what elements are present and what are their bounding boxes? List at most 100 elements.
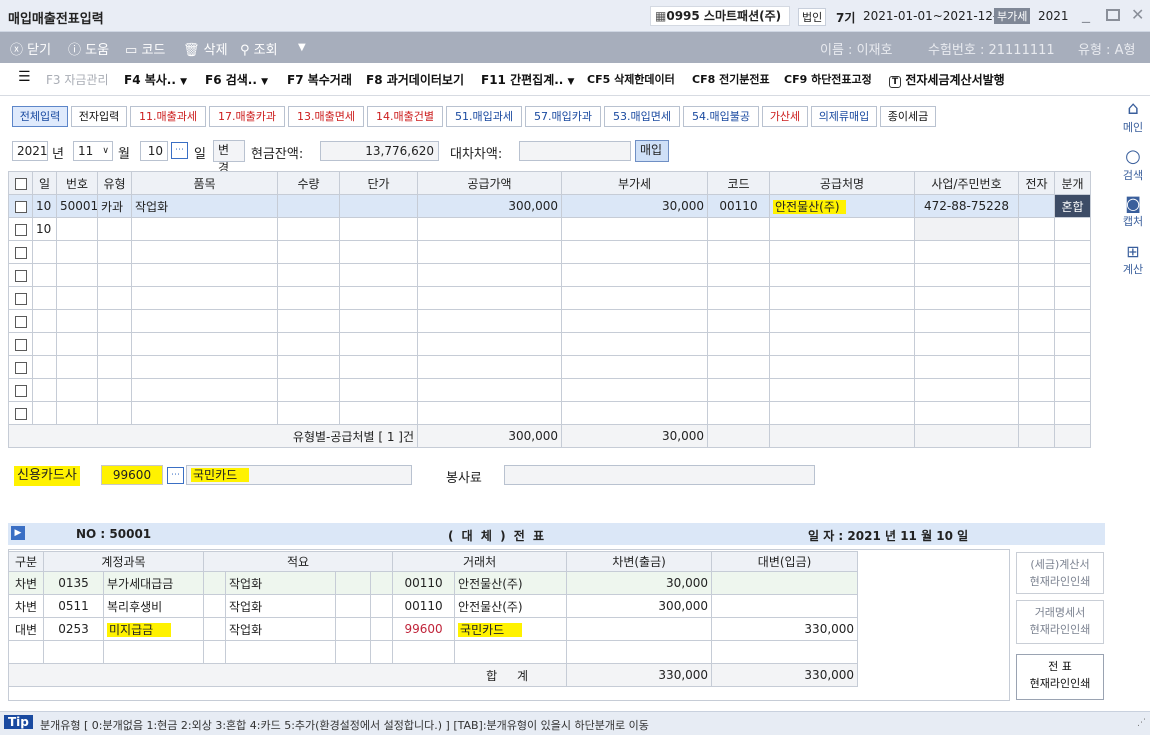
cell-code[interactable] [707, 286, 770, 310]
cell-vat[interactable] [561, 240, 708, 264]
cell-code[interactable]: 00110 [707, 194, 770, 218]
cell-vendor[interactable] [769, 378, 915, 402]
cell-item[interactable] [131, 355, 278, 379]
vcell-credit[interactable] [711, 640, 859, 664]
cell-no[interactable] [56, 240, 98, 264]
checkbox[interactable] [14, 269, 27, 282]
cell-supply[interactable] [417, 401, 562, 425]
cell-price[interactable] [339, 286, 418, 310]
cell-no[interactable] [56, 286, 98, 310]
cell-price[interactable] [339, 309, 418, 333]
row-checkbox[interactable] [8, 286, 33, 310]
row-checkbox[interactable] [8, 194, 33, 218]
vcell-memo[interactable]: 작업화 [225, 617, 337, 641]
etax-issue-button[interactable]: T 전자세금계산서발행 [889, 71, 1005, 88]
table-row[interactable] [8, 286, 1091, 310]
cell-day[interactable] [32, 332, 57, 356]
vcell-memo[interactable] [225, 640, 337, 664]
cell-no[interactable] [56, 332, 98, 356]
cell-day[interactable] [32, 309, 57, 333]
vcell-blank[interactable] [203, 571, 227, 595]
vcell-acode[interactable]: 0135 [43, 571, 104, 595]
cell-vat[interactable] [561, 355, 708, 379]
cell-supply[interactable] [417, 286, 562, 310]
checkbox[interactable] [14, 292, 27, 305]
cell-journal[interactable] [1054, 263, 1091, 287]
vcell-memo[interactable]: 작업화 [225, 571, 337, 595]
vcell-aname[interactable]: 복리후생비 [102, 594, 205, 618]
purchase-toggle-button[interactable]: 매입 [635, 140, 669, 162]
vcell-blank[interactable] [335, 640, 372, 664]
cell-bizno[interactable] [914, 401, 1019, 425]
cell-qty[interactable] [277, 332, 340, 356]
cell-day[interactable] [32, 355, 57, 379]
vcell-div[interactable]: 차변 [8, 594, 44, 618]
cell-price[interactable] [339, 401, 418, 425]
cell-vendor[interactable] [769, 401, 915, 425]
checkbox[interactable] [14, 361, 27, 374]
cell-no[interactable] [56, 401, 98, 425]
cell-item[interactable] [131, 378, 278, 402]
cell-qty[interactable] [277, 309, 340, 333]
vcell-div[interactable]: 대변 [8, 617, 44, 641]
tab-11[interactable]: 의제류매입 [811, 106, 877, 127]
close-button[interactable]: ⓧ 닫기 [10, 39, 51, 58]
table-row[interactable] [8, 401, 1091, 425]
company-selector[interactable]: ▦0995 스마트패션(주) [650, 6, 790, 26]
cell-no[interactable] [56, 217, 98, 241]
vcell-blank[interactable] [370, 571, 394, 595]
cell-type[interactable] [97, 332, 132, 356]
table-row[interactable] [8, 309, 1091, 333]
checkbox[interactable] [14, 246, 27, 259]
vcell-div[interactable]: 차변 [8, 571, 44, 595]
f6-search-button[interactable]: F6 검색.. ▼ [205, 71, 268, 88]
help-button[interactable]: ⓘ 도움 [68, 39, 109, 58]
cell-e[interactable] [1018, 378, 1055, 402]
cell-bizno[interactable] [914, 263, 1019, 287]
cell-supply[interactable] [417, 309, 562, 333]
vcell-vcode[interactable]: 00110 [392, 571, 456, 595]
cell-price[interactable] [339, 378, 418, 402]
day-field[interactable]: 10 [140, 141, 168, 161]
cell-no[interactable] [56, 378, 98, 402]
cell-type[interactable] [97, 217, 132, 241]
select-all-checkbox[interactable] [8, 171, 33, 195]
checkbox[interactable] [14, 338, 27, 351]
code-help-icon[interactable]: ⋯ [167, 467, 184, 484]
vcell-memo[interactable]: 작업화 [225, 594, 337, 618]
cell-code[interactable] [707, 332, 770, 356]
cell-code[interactable] [707, 217, 770, 241]
tab-3[interactable]: 17.매출카과 [209, 106, 285, 127]
cell-bizno[interactable] [914, 240, 1019, 264]
cell-item[interactable]: 작업화 [131, 194, 278, 218]
table-row[interactable] [8, 332, 1091, 356]
service-charge-field[interactable] [504, 465, 815, 485]
cell-supply[interactable] [417, 217, 562, 241]
vcell-blank[interactable] [335, 594, 372, 618]
cell-item[interactable] [131, 240, 278, 264]
capture-button[interactable]: ◙ 캡처 [1116, 194, 1150, 229]
cf9-fix-button[interactable]: CF9 하단전표고정 [784, 71, 872, 87]
cell-item[interactable] [131, 332, 278, 356]
row-checkbox[interactable] [8, 355, 33, 379]
cell-vat[interactable] [561, 332, 708, 356]
cell-e[interactable] [1018, 240, 1055, 264]
home-button[interactable]: ⌂ 메인 [1116, 98, 1150, 135]
cf5-deleted-button[interactable]: CF5 삭제한데이터 [587, 71, 675, 87]
tab-9[interactable]: 54.매입불공 [683, 106, 759, 127]
cell-code[interactable] [707, 378, 770, 402]
cell-bizno[interactable] [914, 309, 1019, 333]
cell-supply[interactable] [417, 378, 562, 402]
cell-bizno[interactable]: 472-88-75228 [914, 194, 1019, 218]
f11-summary-button[interactable]: F11 간편집계.. ▼ [481, 71, 574, 88]
code-button[interactable]: ▭ 코드 [125, 39, 165, 58]
cell-vat[interactable] [561, 309, 708, 333]
cell-item[interactable] [131, 309, 278, 333]
cell-journal[interactable] [1054, 240, 1091, 264]
table-row[interactable] [8, 240, 1091, 264]
cell-type[interactable] [97, 263, 132, 287]
checkbox[interactable] [14, 384, 27, 397]
minimize-icon[interactable]: _ [1082, 4, 1090, 23]
cell-bizno[interactable] [914, 378, 1019, 402]
cell-bizno[interactable] [914, 355, 1019, 379]
